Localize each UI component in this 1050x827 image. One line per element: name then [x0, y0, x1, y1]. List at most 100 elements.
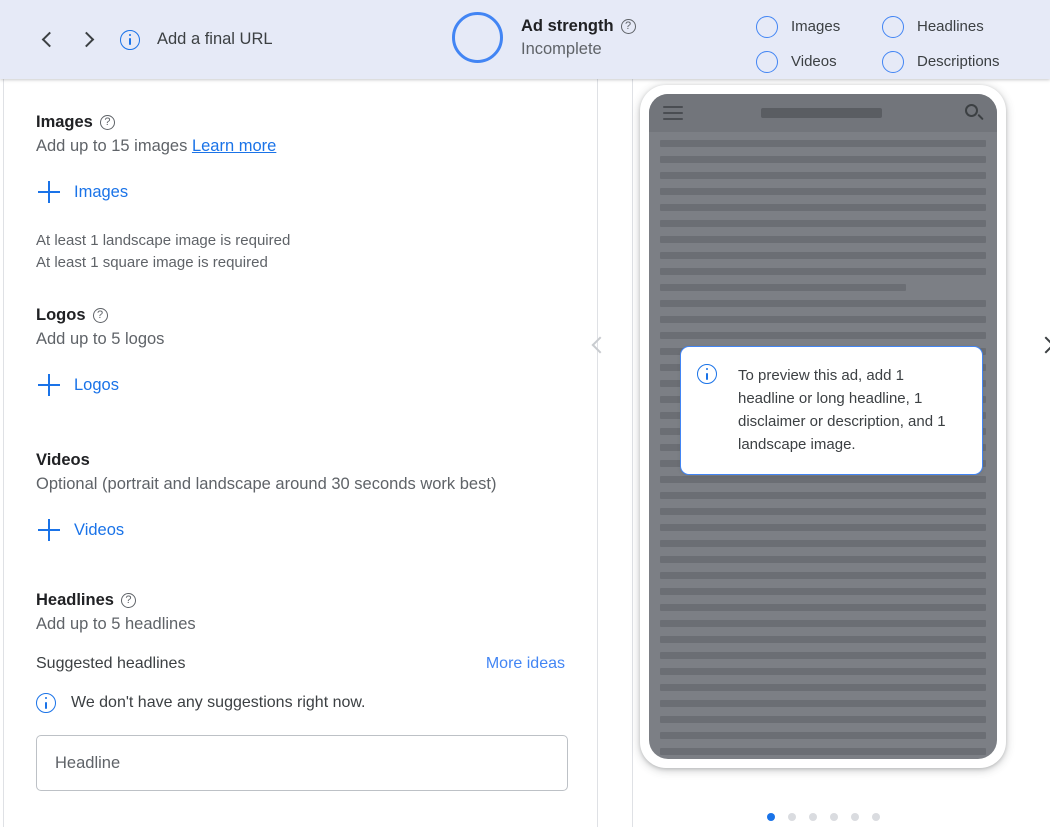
add-images-button[interactable]: Images — [38, 181, 128, 203]
ad-strength-indicator: Ad strength Incomplete — [452, 12, 636, 63]
help-icon[interactable] — [92, 308, 108, 323]
asset-form-panel: Images Add up to 15 images Learn more Im… — [4, 79, 597, 827]
final-url-label: Add a final URL — [157, 30, 273, 48]
images-heading: Images — [36, 113, 93, 131]
skeleton-line — [660, 332, 986, 339]
counter-images: Images — [756, 15, 882, 38]
skeleton-line — [660, 140, 986, 147]
skeleton-line — [660, 748, 986, 755]
ad-strength-label: Ad strength — [521, 16, 614, 35]
videos-progress-ring — [756, 50, 778, 73]
counter-label-images: Images — [791, 18, 841, 35]
preview-carousel-dots — [633, 813, 1013, 821]
panel-divider — [597, 79, 598, 827]
counter-descriptions: Descriptions — [882, 50, 1000, 73]
images-requirements: At least 1 landscape image is required A… — [36, 230, 565, 274]
logos-subtitle: Add up to 5 logos — [36, 330, 165, 348]
asset-counters: Images Headlines Videos Descriptions — [756, 9, 1000, 79]
back-button[interactable] — [28, 20, 68, 60]
images-heading-row: Images — [36, 113, 565, 132]
headlines-heading: Headlines — [36, 591, 114, 609]
section-logos: Logos Add up to 5 logos Logos — [36, 274, 565, 401]
headline-input[interactable]: Headline — [36, 735, 568, 791]
headlines-subtitle: Add up to 5 headlines — [36, 615, 196, 633]
add-logos-label: Logos — [74, 375, 119, 394]
skeleton-line — [660, 204, 986, 211]
add-logos-button[interactable]: Logos — [38, 374, 119, 396]
skeleton-line — [660, 220, 986, 227]
info-icon — [697, 364, 717, 384]
preview-next-button[interactable] — [1033, 325, 1050, 365]
images-learn-more-link[interactable]: Learn more — [192, 137, 276, 155]
counter-headlines: Headlines — [882, 15, 1000, 38]
counter-label-videos: Videos — [791, 53, 837, 70]
help-icon[interactable] — [120, 593, 136, 608]
help-icon[interactable] — [99, 115, 115, 130]
counter-videos: Videos — [756, 50, 882, 73]
help-icon[interactable] — [620, 18, 636, 34]
headline-input-placeholder: Headline — [55, 753, 121, 772]
skeleton-line — [660, 620, 986, 627]
chevron-left-icon — [591, 336, 609, 354]
final-url-prompt[interactable]: Add a final URL — [120, 29, 273, 50]
chevron-left-icon — [41, 31, 58, 48]
phone-mockup: To preview this ad, add 1 headline or lo… — [640, 85, 1006, 768]
headlines-heading-row: Headlines — [36, 591, 565, 610]
carousel-dot[interactable] — [871, 813, 880, 821]
logos-heading-row: Logos — [36, 306, 565, 325]
preview-prev-button[interactable] — [583, 325, 613, 365]
images-requirement-landscape: At least 1 landscape image is required — [36, 232, 291, 249]
carousel-dot-active[interactable] — [766, 813, 775, 821]
forward-button[interactable] — [68, 20, 108, 60]
counter-label-descriptions: Descriptions — [917, 53, 1000, 70]
ad-strength-status: Incomplete — [521, 39, 602, 58]
top-header-bar: Add a final URL Ad strength Incomplete I… — [0, 0, 1050, 79]
skeleton-line — [660, 156, 986, 163]
ad-preview-panel: To preview this ad, add 1 headline or lo… — [591, 79, 1050, 827]
skeleton-line — [660, 252, 986, 259]
images-requirement-square: At least 1 square image is required — [36, 254, 268, 271]
skeleton-line — [660, 540, 986, 547]
ad-strength-progress-ring — [452, 12, 503, 63]
counter-label-headlines: Headlines — [917, 18, 984, 35]
skeleton-line — [660, 572, 986, 579]
videos-heading-row: Videos — [36, 451, 565, 470]
skeleton-line — [660, 556, 986, 563]
skeleton-line — [660, 524, 986, 531]
videos-heading: Videos — [36, 451, 90, 469]
preview-notice-card: To preview this ad, add 1 headline or lo… — [680, 346, 983, 475]
skeleton-line — [660, 172, 986, 179]
logos-heading: Logos — [36, 306, 86, 324]
skeleton-line — [660, 300, 986, 307]
skeleton-line — [660, 636, 986, 643]
plus-icon — [38, 181, 60, 203]
carousel-dot[interactable] — [808, 813, 817, 821]
skeleton-line — [660, 652, 986, 659]
more-ideas-button[interactable]: More ideas — [486, 655, 565, 673]
ad-strength-title-row: Ad strength — [521, 17, 636, 36]
plus-icon — [38, 519, 60, 541]
phone-screen: To preview this ad, add 1 headline or lo… — [649, 94, 997, 759]
carousel-dot[interactable] — [829, 813, 838, 821]
ad-creation-screen: Add a final URL Ad strength Incomplete I… — [0, 0, 1050, 827]
skeleton-line — [660, 604, 986, 611]
section-headlines: Headlines Add up to 5 headlines Suggeste… — [36, 546, 568, 791]
chevron-right-icon — [1037, 336, 1050, 354]
suggested-headlines-label: Suggested headlines — [36, 655, 186, 672]
skeleton-line — [660, 588, 986, 595]
skeleton-line — [660, 716, 986, 723]
content-area: Images Add up to 15 images Learn more Im… — [0, 79, 1050, 827]
descriptions-progress-ring — [882, 50, 904, 73]
skeleton-line — [660, 668, 986, 675]
images-progress-ring — [756, 15, 778, 38]
search-icon[interactable] — [965, 104, 984, 122]
images-subtitle: Add up to 15 images — [36, 137, 188, 155]
no-suggestions-text: We don't have any suggestions right now. — [71, 694, 366, 711]
suggested-headlines-row: Suggested headlines More ideas — [36, 655, 565, 673]
add-images-label: Images — [74, 182, 129, 201]
hamburger-menu-icon[interactable] — [663, 106, 683, 120]
add-videos-button[interactable]: Videos — [38, 519, 124, 541]
carousel-dot[interactable] — [787, 813, 796, 821]
carousel-dot[interactable] — [850, 813, 859, 821]
chevron-right-icon — [78, 31, 95, 48]
